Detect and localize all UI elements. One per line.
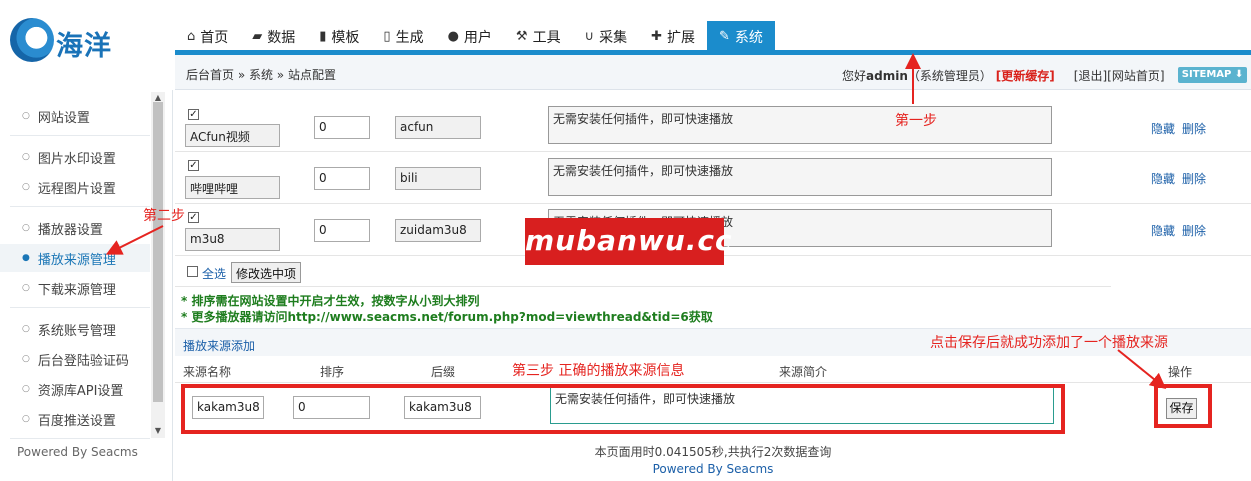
- annotation-arrows: [105, 53, 1167, 390]
- step2-arrow: [105, 225, 164, 255]
- save-arrow: [1117, 349, 1167, 390]
